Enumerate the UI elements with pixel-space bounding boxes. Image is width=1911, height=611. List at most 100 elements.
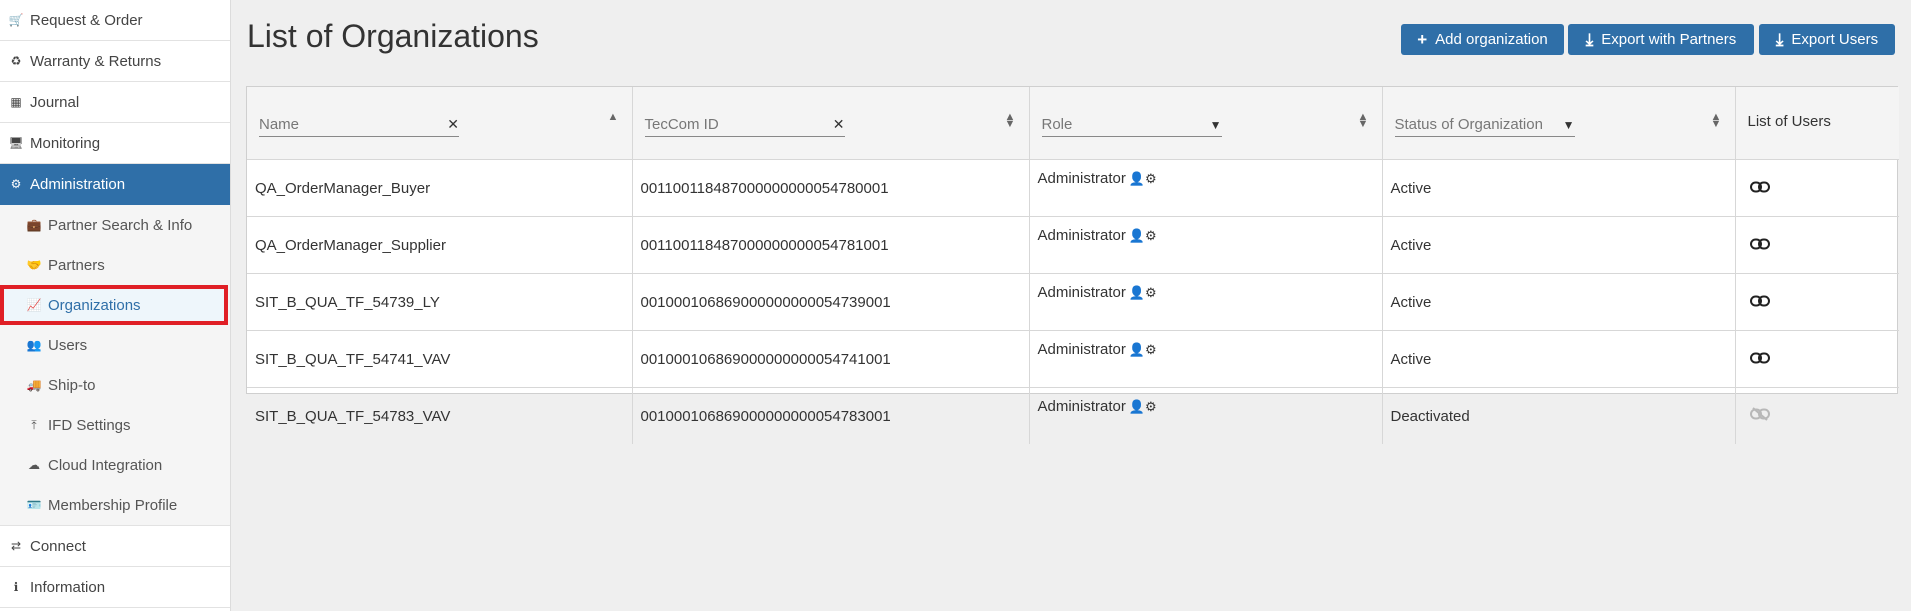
sidebar-item-cloud-integration[interactable]: ☁ Cloud Integration bbox=[0, 445, 230, 485]
sidebar-item-partner-search[interactable]: 💼 Partner Search & Info bbox=[0, 205, 230, 245]
sidebar-item-organizations[interactable]: 📈 Organizations bbox=[0, 285, 228, 325]
sort-icon[interactable]: ▲ ▼ bbox=[1005, 112, 1016, 130]
button-label: Add organization bbox=[1435, 31, 1548, 48]
sidebar-item-label: Cloud Integration bbox=[48, 456, 163, 474]
button-label: Export with Partners bbox=[1601, 31, 1737, 48]
cell-status: Active bbox=[1382, 159, 1736, 217]
sidebar-item-label: Ship-to bbox=[48, 376, 96, 394]
sidebar-item-users[interactable]: 👥 Users bbox=[0, 325, 230, 365]
button-label: Export Users bbox=[1791, 31, 1879, 48]
table-row: SIT_B_QUA_TF_54739_LY 001000106869000000… bbox=[247, 273, 1899, 331]
sidebar-item-partners[interactable]: 🤝 Partners bbox=[0, 245, 230, 285]
gear-icon: ⚙ bbox=[10, 177, 22, 191]
user-cog-icon: 👤⚙ bbox=[1128, 285, 1157, 300]
sidebar-item-request-order[interactable]: 🛒 Request & Order bbox=[0, 0, 230, 41]
cart-icon: 🛒 bbox=[8, 13, 24, 27]
status-filter-select[interactable]: Status of Organization ▼ bbox=[1394, 113, 1575, 137]
sidebar-item-label: Administration bbox=[30, 175, 126, 193]
filter-placeholder: TecCom ID bbox=[644, 116, 719, 133]
column-status: Status of Organization ▼ ▲ ▼ bbox=[1382, 87, 1736, 160]
link-icon[interactable] bbox=[1749, 180, 1770, 197]
sort-icon[interactable]: ▲ ▼ bbox=[1358, 112, 1369, 130]
sidebar-item-connect[interactable]: ⇄ Connect bbox=[0, 525, 230, 567]
column-list-of-users: List of Users bbox=[1735, 87, 1899, 160]
sidebar-item-label: Partners bbox=[48, 256, 105, 274]
teccom-id-filter-input[interactable]: TecCom ID ✕ bbox=[644, 113, 845, 137]
sidebar-item-label: Information bbox=[30, 578, 106, 596]
sidebar-item-label: Monitoring bbox=[30, 134, 101, 152]
cell-list-of-users bbox=[1735, 159, 1899, 217]
cell-role: Administrator 👤⚙ bbox=[1029, 216, 1383, 274]
cell-list-of-users bbox=[1735, 216, 1899, 274]
export-users-button[interactable]: ⤓ Export Users bbox=[1759, 24, 1895, 55]
link-icon[interactable] bbox=[1749, 351, 1770, 368]
role-filter-select[interactable]: Role ▼ bbox=[1041, 113, 1222, 137]
users-icon: 👥 bbox=[26, 338, 42, 352]
role-text: Administrator bbox=[1037, 398, 1126, 415]
cell-teccom-id: 001100118487000000000054781001 bbox=[632, 216, 1030, 274]
cell-status: Active bbox=[1382, 273, 1736, 331]
column-name: Name ✕ ▲ bbox=[247, 87, 633, 160]
sidebar-item-membership-profile[interactable]: 🪪 Membership Profile bbox=[0, 485, 230, 525]
monitor-icon: 🖥 bbox=[8, 136, 24, 150]
cell-teccom-id: 001100118487000000000054780001 bbox=[632, 159, 1030, 217]
table-icon: ▦ bbox=[10, 95, 22, 109]
add-organization-button[interactable]: + Add organization bbox=[1401, 24, 1564, 55]
sidebar-item-label: Journal bbox=[30, 93, 80, 111]
table-row: QA_OrderManager_Buyer 001100118487000000… bbox=[247, 159, 1899, 217]
table-header-row: Name ✕ ▲ TecCom ID ✕ ▲ ▼ Role ▼ ▲ ▼ Stat… bbox=[247, 87, 1899, 160]
link-icon[interactable] bbox=[1749, 294, 1770, 311]
filter-placeholder: Role bbox=[1041, 116, 1073, 133]
user-cog-icon: 👤⚙ bbox=[1128, 342, 1157, 357]
cell-status: Deactivated bbox=[1382, 387, 1736, 444]
unlink-icon bbox=[1749, 407, 1770, 425]
sidebar-item-ship-to[interactable]: 🚚 Ship-to bbox=[0, 365, 230, 405]
download-icon: ⤓ bbox=[1585, 29, 1594, 49]
name-filter-input[interactable]: Name ✕ bbox=[259, 113, 459, 137]
cell-teccom-id: 001000106869000000000054739001 bbox=[632, 273, 1030, 331]
sidebar-item-ifd-settings[interactable]: ⤒ IFD Settings bbox=[0, 405, 230, 445]
role-text: Administrator bbox=[1037, 341, 1126, 358]
cell-name: QA_OrderManager_Supplier bbox=[247, 216, 633, 274]
clear-icon[interactable]: ✕ bbox=[833, 116, 845, 133]
cell-status: Active bbox=[1382, 216, 1736, 274]
cell-name: SIT_B_QUA_TF_54741_VAV bbox=[247, 330, 633, 388]
handshake-icon: 🤝 bbox=[26, 258, 42, 272]
sidebar-item-label: Partner Search & Info bbox=[48, 216, 193, 234]
chart-icon: 📈 bbox=[26, 298, 42, 312]
sidebar-item-information[interactable]: ℹ Information bbox=[0, 567, 230, 608]
cloud-icon: ☁ bbox=[28, 458, 40, 472]
cell-role: Administrator 👤⚙ bbox=[1029, 387, 1383, 444]
sidebar-item-label: Membership Profile bbox=[48, 496, 178, 514]
table-row: QA_OrderManager_Supplier 001100118487000… bbox=[247, 216, 1899, 274]
cell-name: SIT_B_QUA_TF_54783_VAV bbox=[247, 387, 633, 444]
sidebar-item-monitoring[interactable]: 🖥 Monitoring bbox=[0, 123, 230, 164]
cell-role: Administrator 👤⚙ bbox=[1029, 159, 1383, 217]
role-text: Administrator bbox=[1037, 227, 1126, 244]
table-row: SIT_B_QUA_TF_54783_VAV 00100010686900000… bbox=[247, 387, 1899, 445]
id-card-icon: 🪪 bbox=[26, 498, 42, 512]
column-label: List of Users bbox=[1747, 113, 1831, 130]
role-text: Administrator bbox=[1037, 284, 1126, 301]
sort-asc-icon[interactable]: ▲ bbox=[608, 112, 619, 123]
sidebar-item-warranty-returns[interactable]: ♻ Warranty & Returns bbox=[0, 41, 230, 82]
sidebar-item-administration[interactable]: ⚙ Administration bbox=[0, 164, 230, 205]
cell-role: Administrator 👤⚙ bbox=[1029, 273, 1383, 331]
cell-list-of-users bbox=[1735, 388, 1899, 445]
sidebar-item-label: IFD Settings bbox=[48, 416, 131, 434]
column-teccom-id: TecCom ID ✕ ▲ ▼ bbox=[632, 87, 1030, 160]
sidebar-item-label: Connect bbox=[30, 537, 86, 555]
sidebar-item-journal[interactable]: ▦ Journal bbox=[0, 82, 230, 123]
upload-icon: ⤒ bbox=[31, 417, 37, 432]
cell-teccom-id: 001000106869000000000054783001 bbox=[632, 387, 1030, 444]
sort-icon[interactable]: ▲ ▼ bbox=[1711, 112, 1722, 130]
sidebar-item-label: Users bbox=[48, 336, 88, 354]
cell-role: Administrator 👤⚙ bbox=[1029, 330, 1383, 388]
administration-submenu: 💼 Partner Search & Info 🤝 Partners 📈 Org… bbox=[0, 205, 230, 525]
sidebar: 🛒 Request & Order ♻ Warranty & Returns ▦… bbox=[0, 0, 231, 611]
cell-list-of-users bbox=[1735, 273, 1899, 331]
link-icon[interactable] bbox=[1749, 237, 1770, 254]
download-icon: ⤓ bbox=[1775, 29, 1784, 49]
export-with-partners-button[interactable]: ⤓ Export with Partners bbox=[1568, 24, 1754, 55]
clear-icon[interactable]: ✕ bbox=[447, 116, 459, 133]
